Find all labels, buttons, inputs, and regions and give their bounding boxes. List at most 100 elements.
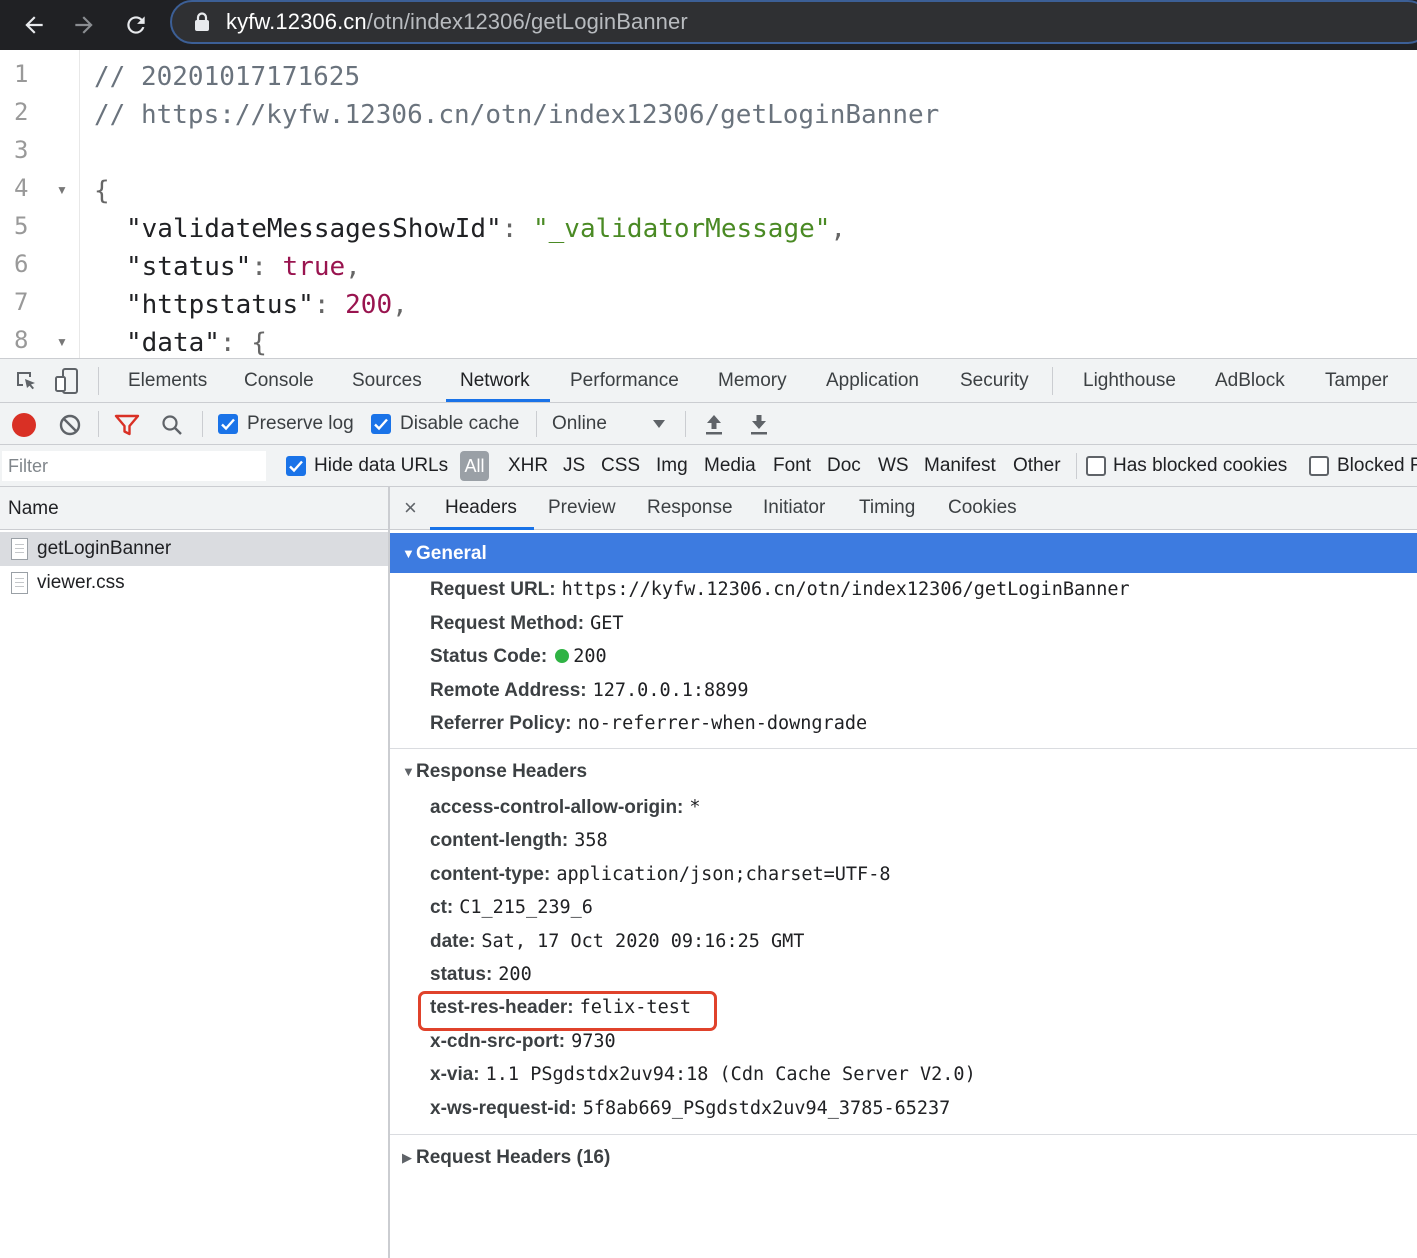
header-key: Remote Address: [430,679,587,701]
record-button[interactable] [12,413,36,437]
type-filter-img[interactable]: Img [656,455,688,477]
expand-triangle-icon: ▼ [402,764,415,779]
reload-button[interactable] [116,5,156,45]
blocked-requests-checkbox[interactable] [1309,456,1329,476]
header-key: Referrer Policy: [430,713,572,734]
disable-cache-checkbox[interactable] [371,414,391,434]
header-key: access-control-allow-origin: [430,797,684,818]
url-text: kyfw.12306.cn/otn/index12306/getLoginBan… [226,9,688,35]
tab-performance[interactable]: Performance [570,370,679,392]
type-filter-font[interactable]: Font [773,455,811,477]
toolbar-divider [536,411,537,437]
type-filter-xhr[interactable]: XHR [508,455,548,477]
preserve-log-checkbox[interactable] [218,414,238,434]
tab-response[interactable]: Response [647,497,733,519]
line-number-gutter: 1 2 3 4 ▼ 5 6 7 8 ▼ [0,50,80,358]
header-row-remote-address: Remote Address: 127.0.0.1:8899 [430,680,749,702]
request-row[interactable]: viewer.css [0,566,388,600]
tab-timing[interactable]: Timing [859,497,915,519]
header-key: content-length: [430,830,569,852]
header-value: Sat, 17 Oct 2020 09:16:25 GMT [481,930,805,952]
type-filter-ws[interactable]: WS [878,455,909,477]
header-value: https://kyfw.12306.cn/otn/index12306/get… [561,579,1130,600]
header-key: ct: [430,897,454,919]
preserve-log-label[interactable]: Preserve log [247,413,354,435]
tab-elements[interactable]: Elements [128,370,207,392]
clear-icon[interactable] [58,413,82,437]
type-filter-media[interactable]: Media [704,455,756,477]
reload-icon [127,16,145,34]
name-column-label: Name [8,498,59,519]
throttling-select[interactable]: Online [552,413,607,435]
header-row-x-ws-request-id: x-ws-request-id: 5f8ab669_PSgdstdx2uv94_3… [430,1098,950,1120]
import-har-icon[interactable] [703,412,725,436]
general-section-header[interactable]: ▼ General [390,533,1417,573]
header-value: no-referrer-when-downgrade [577,713,868,734]
tab-lighthouse[interactable]: Lighthouse [1083,370,1176,392]
header-row-request-method: Request Method: GET [430,613,624,635]
line-number: 3 [14,136,29,164]
disable-cache-label[interactable]: Disable cache [400,413,519,435]
hide-data-urls-checkbox[interactable] [286,456,306,476]
filter-icon[interactable] [114,413,140,437]
type-filter-js[interactable]: JS [563,455,585,477]
tab-adblock[interactable]: AdBlock [1215,370,1285,392]
header-value: 127.0.0.1:8899 [592,679,749,701]
document-icon [11,572,28,594]
header-value: 358 [574,830,608,852]
tab-headers[interactable]: Headers [445,497,517,519]
tab-security[interactable]: Security [960,370,1029,392]
type-filter-doc[interactable]: Doc [827,455,861,477]
request-headers-section-header[interactable]: ▶ Request Headers (16) [390,1137,1417,1177]
request-name: getLoginBanner [37,538,172,559]
line-number: 2 [14,98,29,126]
filter-input[interactable] [2,451,266,481]
chevron-down-icon[interactable] [652,419,666,429]
blocked-requests-label[interactable]: Blocked R [1337,455,1417,477]
type-filter-css[interactable]: CSS [601,455,640,477]
tab-sources[interactable]: Sources [352,370,422,392]
devtools-tab-bar: Elements Console Sources Network Performance… [0,358,1417,403]
header-row-x-via: x-via: 1.1 PSgdstdx2uv94:18 (Cdn Cache Se… [430,1064,976,1086]
has-blocked-cookies-checkbox[interactable] [1086,456,1106,476]
tab-preview[interactable]: Preview [548,497,616,519]
tab-memory[interactable]: Memory [718,370,787,392]
fold-toggle-icon[interactable]: ▼ [56,335,68,349]
header-value: * [689,797,701,818]
type-filter-other[interactable]: Other [1013,455,1061,477]
response-headers-section-header[interactable]: ▼ Response Headers [390,751,1417,791]
tab-application[interactable]: Application [826,370,919,392]
header-key: status: [430,964,493,985]
close-details-button[interactable]: × [404,495,417,521]
type-filter-manifest[interactable]: Manifest [924,455,996,477]
back-button[interactable] [14,5,54,45]
tab-network[interactable]: Network [460,370,530,392]
json-viewer: 1 2 3 4 ▼ 5 6 7 8 ▼ // 20201017171625 // https://… [0,50,1417,358]
tab-initiator[interactable]: Initiator [763,497,825,519]
request-row[interactable]: getLoginBanner [0,532,388,566]
inspect-element-icon[interactable] [14,369,38,393]
url-host: kyfw.12306.cn [226,9,367,34]
line-number: 6 [14,250,29,278]
tab-tamper[interactable]: Tamper [1325,370,1388,392]
type-filter-all[interactable]: All [460,451,489,481]
tab-cookies[interactable]: Cookies [948,497,1017,519]
forward-button[interactable] [64,5,104,45]
header-value: 1.1 PSgdstdx2uv94:18 (Cdn Cache Server V… [485,1064,976,1086]
address-bar[interactable]: kyfw.12306.cn/otn/index12306/getLoginBan… [170,0,1417,44]
header-row-content-type: content-type: application/json;charset=UT… [430,864,890,886]
arrow-left-icon [25,16,43,34]
search-icon[interactable] [160,413,184,437]
lock-icon [195,12,209,31]
request-name: viewer.css [37,572,125,593]
device-toolbar-icon[interactable] [54,367,80,395]
general-title: General [416,543,487,564]
export-har-icon[interactable] [748,412,770,436]
fold-toggle-icon[interactable]: ▼ [56,183,68,197]
hide-data-urls-label[interactable]: Hide data URLs [314,455,448,477]
tab-console[interactable]: Console [244,370,314,392]
name-column-header[interactable]: Name [0,487,388,530]
highlight-annotation [418,991,717,1031]
has-blocked-cookies-label[interactable]: Has blocked cookies [1113,455,1287,477]
line-number: 5 [14,212,29,240]
